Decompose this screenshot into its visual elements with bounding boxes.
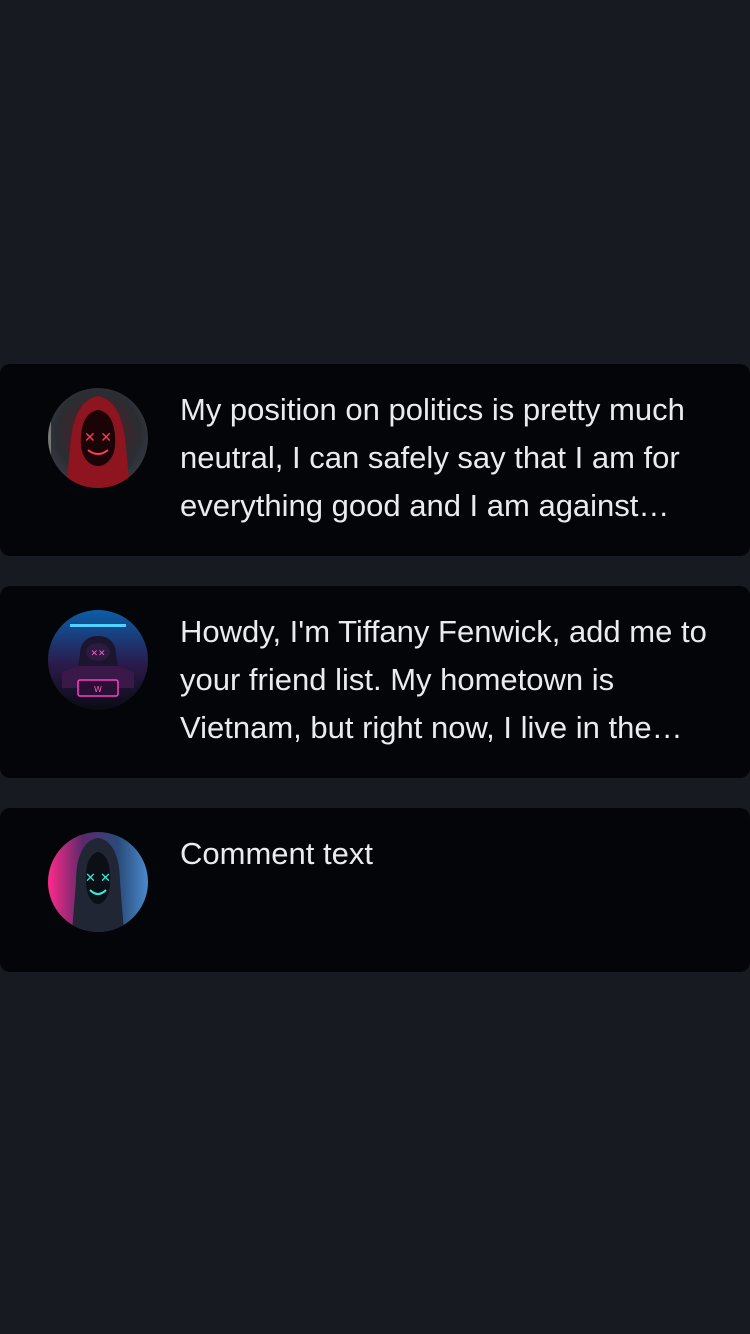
svg-text:✕ ✕: ✕ ✕ [84, 430, 112, 446]
avatar[interactable]: ✕✕ W [48, 610, 148, 710]
comment-card[interactable]: ✕✕ W Howdy, I'm Tiffany Fenwick, add me … [0, 586, 750, 778]
svg-text:✕ ✕: ✕ ✕ [85, 871, 111, 886]
comment-card[interactable]: ✕ ✕ My position on politics is pretty mu… [0, 364, 750, 556]
svg-text:W: W [94, 685, 102, 694]
blue-neon-hacker-laptop-avatar-icon: ✕✕ W [48, 610, 148, 710]
cyan-neon-masked-hooded-figure-avatar-icon: ✕ ✕ [48, 832, 148, 932]
avatar[interactable]: ✕ ✕ [48, 388, 148, 488]
comment-card[interactable]: ✕ ✕ Comment text [0, 808, 750, 972]
comment-text: My position on politics is pretty much n… [180, 392, 685, 523]
comment-text: Comment text [180, 836, 373, 871]
red-neon-masked-hooded-figure-avatar-icon: ✕ ✕ [48, 388, 148, 488]
comment-text: Howdy, I'm Tiffany Fenwick, add me to yo… [180, 614, 707, 745]
svg-text:✕✕: ✕✕ [90, 649, 105, 659]
avatar[interactable]: ✕ ✕ [48, 832, 148, 932]
